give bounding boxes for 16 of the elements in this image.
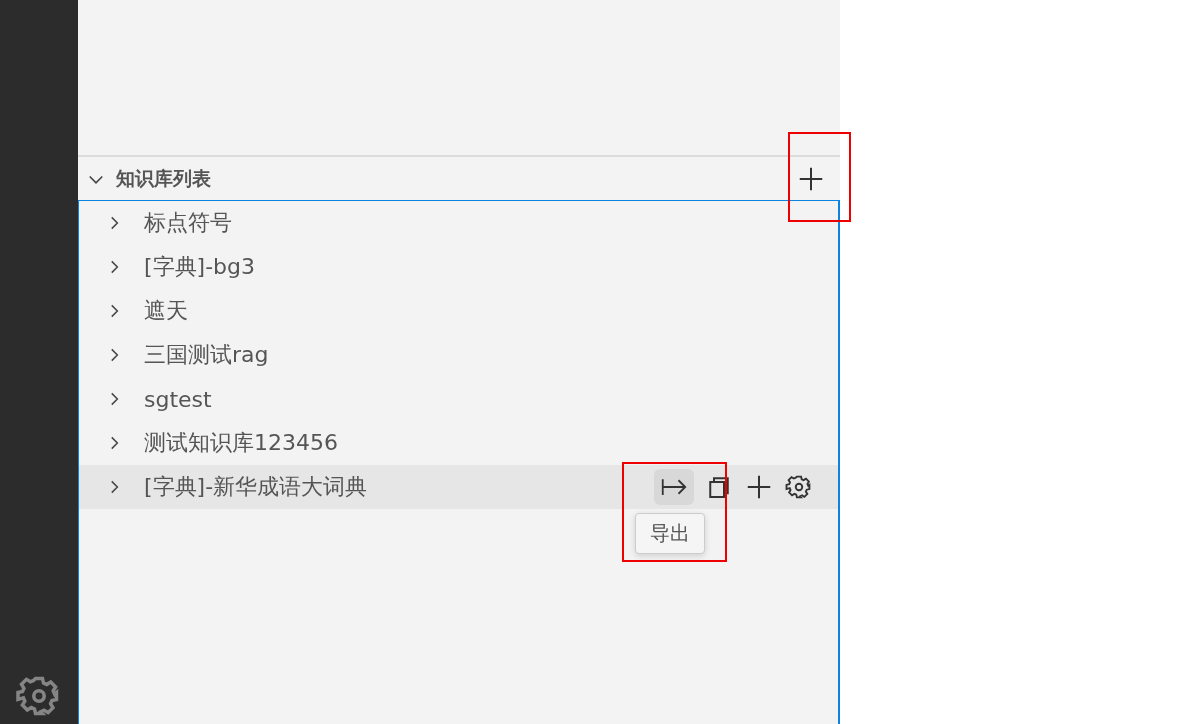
export-icon[interactable] <box>654 469 694 505</box>
item-label: [字典]-bg3 <box>144 253 256 281</box>
tree-item[interactable]: 遮天 <box>79 289 838 333</box>
item-label: sgtest <box>144 386 212 412</box>
tree-item[interactable]: 三国测试rag <box>79 333 838 377</box>
section-title[interactable]: 知识库列表 <box>116 165 211 192</box>
tree-item[interactable]: sgtest <box>79 377 838 421</box>
tooltip-text: 导出 <box>650 521 690 545</box>
item-label: 遮天 <box>144 297 188 325</box>
item-label: [字典]-新华成语大词典 <box>144 473 368 501</box>
item-label: 标点符号 <box>144 209 232 237</box>
item-label: 测试知识库123456 <box>144 429 338 457</box>
tree-item[interactable]: [字典]-bg3 <box>79 245 838 289</box>
item-label: 三国测试rag <box>144 341 269 369</box>
tree-item[interactable]: 测试知识库123456 <box>79 421 838 465</box>
tree-item[interactable]: 标点符号 <box>79 201 838 245</box>
